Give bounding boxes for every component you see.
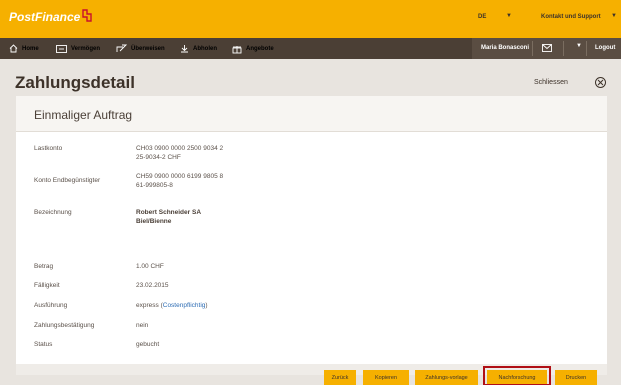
postfinance-logo[interactable]: PostFinance xyxy=(9,10,80,24)
konto-account: 61-999805-8 xyxy=(136,182,173,189)
wallet-icon xyxy=(56,44,67,53)
copy-button[interactable]: Kopieren xyxy=(363,370,409,385)
nav-angebote[interactable]: Angebote xyxy=(232,38,274,59)
faelligkeit-value: 23.02.2015 xyxy=(136,282,169,289)
divider xyxy=(532,41,533,56)
card-header: Einmaliger Auftrag xyxy=(16,96,607,132)
close-icon[interactable] xyxy=(595,77,606,88)
konto-iban: CH59 0900 0000 6199 9805 8 xyxy=(136,173,224,180)
zahlungsbestaetigung-value: nein xyxy=(136,322,149,329)
nav-ueberweisen-label: Überweisen xyxy=(131,45,165,52)
payment-template-button[interactable]: Zahlungs-vorlage xyxy=(415,370,478,385)
nav-vermoegen-label: Vermögen xyxy=(71,45,101,52)
contact-support-link[interactable]: Kontakt und Support xyxy=(541,14,601,20)
lastkonto-iban: CH03 0900 0000 2500 9034 2 xyxy=(136,145,224,152)
logo-mark-icon xyxy=(82,9,92,22)
nav-home[interactable]: Home xyxy=(9,38,39,59)
nav-ueberweisen[interactable]: Überweisen xyxy=(116,38,165,59)
logout-link[interactable]: Logout xyxy=(595,45,615,51)
ausfuehrung-type: express xyxy=(136,302,159,309)
chevron-down-icon[interactable]: ▼ xyxy=(506,13,512,19)
bezeichnung-name: Robert Schneider SA xyxy=(136,209,202,216)
chevron-down-icon[interactable]: ▼ xyxy=(611,13,617,19)
chevron-down-icon[interactable]: ▼ xyxy=(576,43,582,49)
konto-label: Konto Endbegünstigter xyxy=(34,177,101,184)
ausfuehrung-value: express (Costenpflichtig) xyxy=(136,302,208,309)
lastkonto-label: Lastkonto xyxy=(34,145,63,152)
gift-icon xyxy=(232,45,242,53)
bezeichnung-city: Biel/Bienne xyxy=(136,218,172,225)
close-link[interactable]: Schliessen xyxy=(534,79,568,86)
print-button[interactable]: Drucken xyxy=(555,370,597,385)
back-button[interactable]: Zurück xyxy=(324,370,356,385)
costs-link[interactable]: Costenpflichtig xyxy=(163,302,206,309)
card-title: Einmaliger Auftrag xyxy=(34,108,133,122)
download-icon xyxy=(181,45,188,53)
language-selector[interactable]: DE xyxy=(478,14,486,20)
divider xyxy=(586,41,587,56)
nav-vermoegen[interactable]: Vermögen xyxy=(56,38,100,59)
investigation-highlight xyxy=(483,366,551,385)
nav-home-label: Home xyxy=(22,45,39,52)
page-title: Zahlungsdetail xyxy=(15,73,135,92)
zahlungsbestaetigung-label: Zahlungsbestätigung xyxy=(34,322,95,329)
status-label: Status xyxy=(34,341,53,348)
nav-angebote-label: Angebote xyxy=(246,45,274,52)
bezeichnung-label: Bezeichnung xyxy=(34,209,72,216)
betrag-value: 1.00 CHF xyxy=(136,263,164,270)
nav-abholen[interactable]: Abholen xyxy=(180,38,217,59)
payment-detail-card: Einmaliger Auftrag Lastkonto CH03 0900 0… xyxy=(16,96,607,375)
betrag-label: Betrag xyxy=(34,263,54,270)
mail-icon[interactable] xyxy=(542,44,552,52)
lastkonto-account: 25-9034-2 CHF xyxy=(136,154,181,161)
user-name[interactable]: Maria Bonasconi xyxy=(481,45,529,51)
nav-abholen-label: Abholen xyxy=(193,45,217,52)
status-value: gebucht xyxy=(136,341,160,348)
home-icon xyxy=(9,44,18,53)
divider xyxy=(563,41,564,56)
ausfuehrung-label: Ausführung xyxy=(34,302,68,309)
faelligkeit-label: Fälligkeit xyxy=(34,282,60,289)
transfer-icon xyxy=(116,44,127,52)
